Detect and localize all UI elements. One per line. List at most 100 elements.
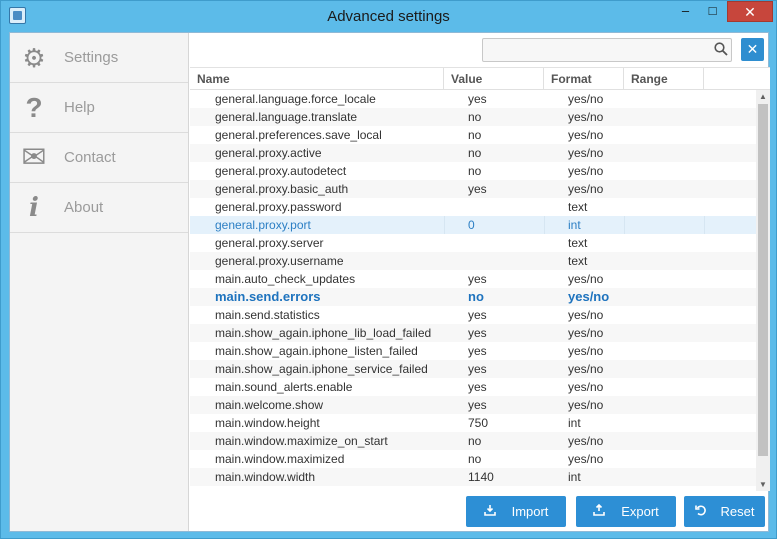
info-icon: i: [29, 193, 39, 223]
table-row[interactable]: main.sound_alerts.enable yes yes/no: [190, 378, 756, 396]
table-row[interactable]: main.window.width 1140 int: [190, 468, 756, 486]
table-row[interactable]: general.proxy.username text: [190, 252, 756, 270]
cell-format: yes/no: [568, 380, 604, 394]
table-row[interactable]: main.auto_check_updates yes yes/no: [190, 270, 756, 288]
sidebar-item-label: About: [64, 199, 104, 216]
cell-name: general.language.translate: [215, 110, 358, 124]
table-row[interactable]: main.window.maximized no yes/no: [190, 450, 756, 468]
cell-name: main.window.width: [215, 470, 316, 484]
table-row[interactable]: general.language.translate no yes/no: [190, 108, 756, 126]
import-icon: [483, 496, 496, 527]
table-row[interactable]: general.proxy.port 0 int: [190, 216, 756, 234]
scroll-thumb[interactable]: [758, 104, 768, 456]
clear-search-button[interactable]: ✕: [741, 38, 764, 61]
cell-name: general.proxy.basic_auth: [215, 182, 349, 196]
cell-name: main.send.errors: [215, 289, 321, 304]
table-row[interactable]: main.show_again.iphone_service_failed yes…: [190, 360, 756, 378]
table-row[interactable]: main.welcome.show yes yes/no: [190, 396, 756, 414]
vertical-scrollbar[interactable]: ▲ ▼: [756, 90, 770, 491]
toolbar: ✕: [190, 33, 768, 68]
export-button[interactable]: Export: [576, 496, 676, 527]
cell-value: [468, 252, 548, 270]
scroll-down-arrow-icon[interactable]: ▼: [756, 478, 770, 491]
cell-name: main.window.maximize_on_start: [215, 434, 388, 448]
cell-name: general.proxy.password: [215, 200, 342, 214]
scroll-up-arrow-icon[interactable]: ▲: [756, 90, 770, 104]
cell-format: yes/no: [568, 289, 610, 304]
cell-name: general.proxy.port: [215, 218, 311, 232]
cell-name: main.show_again.iphone_listen_failed: [215, 344, 418, 358]
cell-value: yes: [468, 92, 487, 106]
close-button[interactable]: ✕: [727, 1, 773, 22]
sidebar-item-help[interactable]: ? Help: [10, 83, 188, 133]
cell-format: text: [568, 200, 588, 214]
table-row[interactable]: main.send.statistics yes yes/no: [190, 306, 756, 324]
cell-value: no: [468, 110, 482, 124]
table-row[interactable]: general.language.force_locale yes yes/no: [190, 90, 756, 108]
cell-value: yes: [468, 326, 487, 340]
table-row[interactable]: general.proxy.password text: [190, 198, 756, 216]
settings-table: Name Value Format Range general.language…: [190, 67, 770, 491]
cell-name: main.sound_alerts.enable: [215, 380, 353, 394]
app-window: Advanced settings – □ ✕ ⚙ Settings ? Hel…: [0, 0, 777, 539]
column-header-value[interactable]: Value: [444, 68, 544, 90]
client-area: ⚙ Settings ? Help ✉ Contact i About ✕ Na…: [9, 32, 770, 532]
table-row[interactable]: main.show_again.iphone_listen_failed yes y…: [190, 342, 756, 360]
cell-name: general.proxy.active: [215, 146, 322, 160]
table-row[interactable]: general.proxy.basic_auth yes yes/no: [190, 180, 756, 198]
sidebar-item-label: Contact: [64, 149, 116, 166]
cell-value: [468, 198, 548, 216]
cell-name: general.proxy.autodetect: [215, 164, 347, 178]
cell-value: no: [468, 164, 482, 178]
minimize-button[interactable]: –: [672, 1, 699, 22]
import-label: Import: [511, 504, 549, 519]
cell-value: no: [468, 289, 484, 304]
table-row[interactable]: general.proxy.server text: [190, 234, 756, 252]
cell-format: yes/no: [568, 398, 604, 412]
reset-button[interactable]: Reset: [684, 496, 765, 527]
table-row[interactable]: main.show_again.iphone_lib_load_failed ye…: [190, 324, 756, 342]
cell-name: main.show_again.iphone_service_failed: [215, 362, 428, 376]
envelope-icon: ✉: [21, 141, 47, 174]
cell-format: yes/no: [568, 164, 604, 178]
table-header: Name Value Format Range: [190, 68, 770, 90]
import-button[interactable]: Import: [466, 496, 566, 527]
cell-value: no: [468, 452, 482, 466]
cell-format: yes/no: [568, 344, 604, 358]
table-row[interactable]: main.window.height 750 int: [190, 414, 756, 432]
sidebar-item-label: Help: [64, 99, 95, 116]
table-row[interactable]: general.proxy.active no yes/no: [190, 144, 756, 162]
maximize-button[interactable]: □: [699, 1, 726, 22]
sidebar-item-settings[interactable]: ⚙ Settings: [10, 33, 188, 83]
table-row[interactable]: general.preferences.save_local no yes/no: [190, 126, 756, 144]
cell-value: no: [468, 146, 482, 160]
cell-format: int: [568, 470, 581, 484]
sidebar-item-contact[interactable]: ✉ Contact: [10, 133, 188, 183]
reset-icon: [694, 496, 707, 527]
sidebar-item-about[interactable]: i About: [10, 183, 188, 233]
column-header-name[interactable]: Name: [190, 68, 444, 90]
table-row[interactable]: general.proxy.autodetect no yes/no: [190, 162, 756, 180]
column-separator: [704, 216, 705, 234]
table-row[interactable]: main.send.errors no yes/no: [190, 288, 756, 306]
cell-format: yes/no: [568, 326, 604, 340]
cell-name: main.window.maximized: [215, 452, 345, 466]
cell-name: main.send.statistics: [215, 308, 320, 322]
cell-name: general.proxy.username: [215, 254, 344, 268]
table-row[interactable]: main.window.maximize_on_start no yes/no: [190, 432, 756, 450]
cell-value: yes: [468, 308, 487, 322]
cell-format: int: [568, 218, 581, 232]
cell-name: general.preferences.save_local: [215, 128, 382, 142]
search-input[interactable]: [482, 38, 732, 62]
search-icon[interactable]: [714, 42, 728, 56]
gear-icon: ⚙: [22, 43, 46, 73]
cell-value: yes: [468, 362, 487, 376]
cell-name: main.welcome.show: [215, 398, 324, 412]
title-bar[interactable]: Advanced settings – □ ✕: [1, 1, 776, 32]
cell-value: no: [468, 434, 482, 448]
cell-value: [468, 234, 548, 252]
cell-value: yes: [468, 380, 487, 394]
column-header-format[interactable]: Format: [544, 68, 624, 90]
cell-value: 750: [468, 416, 489, 430]
column-header-range[interactable]: Range: [624, 68, 704, 90]
